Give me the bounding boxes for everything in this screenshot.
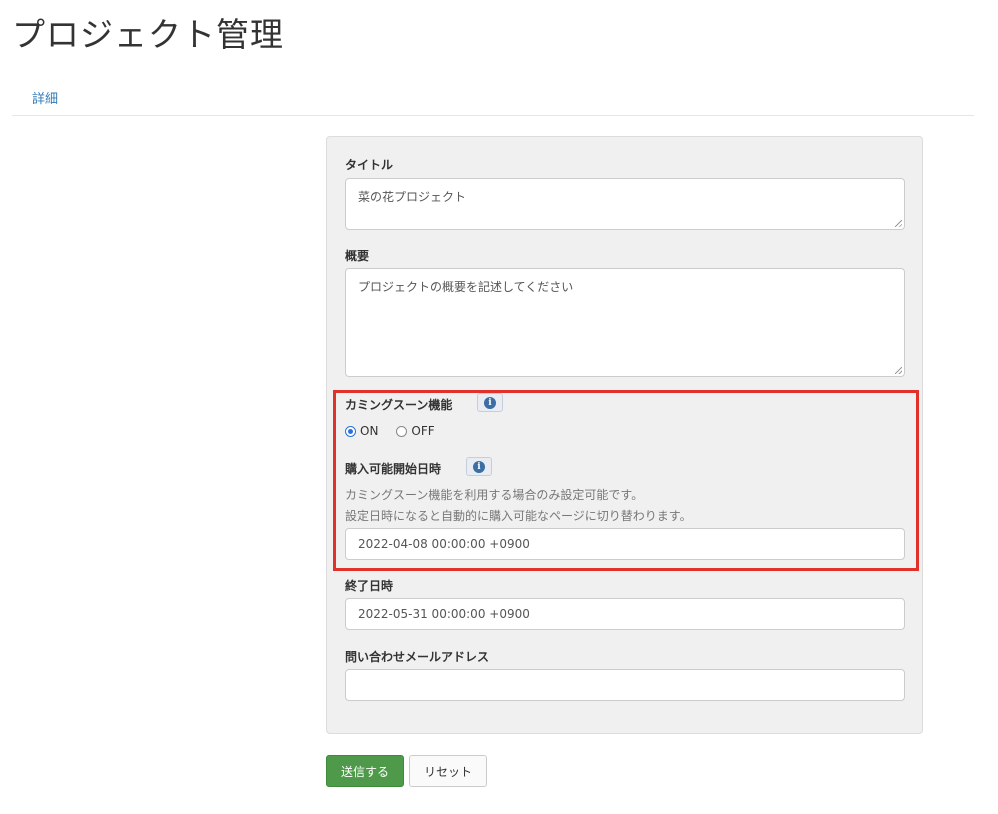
contact-email-label: 問い合わせメールアドレス (345, 650, 490, 664)
radio-off-button[interactable] (396, 425, 408, 437)
info-icon: i (473, 460, 485, 473)
resize-handle[interactable] (895, 367, 902, 374)
submit-button[interactable]: 送信する (326, 755, 404, 787)
purchase-start-help-1: カミングスーン機能を利用する場合のみ設定可能です。 (345, 488, 644, 502)
purchase-start-help-2: 設定日時になると自動的に購入可能なページに切り替わります。 (345, 509, 692, 523)
purchase-start-input[interactable]: 2022-04-08 00:00:00 +0900 (345, 528, 905, 560)
radio-off[interactable]: OFF (396, 424, 435, 438)
coming-soon-radio-group: ON OFF (345, 424, 435, 438)
title-textarea[interactable]: 菜の花プロジェクト (345, 178, 905, 230)
page-title: プロジェクト管理 (12, 15, 284, 54)
radio-on[interactable]: ON (345, 424, 378, 438)
coming-soon-info-button[interactable]: i (477, 393, 503, 412)
end-date-value: 2022-05-31 00:00:00 +0900 (358, 607, 530, 621)
purchase-start-label: 購入可能開始日時 (345, 462, 442, 476)
title-label: タイトル (345, 158, 394, 172)
coming-soon-label: カミングスーン機能 (345, 398, 453, 412)
reset-button[interactable]: リセット (409, 755, 487, 787)
summary-textarea[interactable]: プロジェクトの概要を記述してください (345, 268, 905, 377)
info-icon: i (484, 396, 496, 409)
resize-handle[interactable] (895, 220, 902, 227)
radio-off-label: OFF (411, 424, 435, 438)
summary-placeholder: プロジェクトの概要を記述してください (358, 280, 574, 294)
radio-on-label: ON (360, 424, 379, 438)
purchase-start-value: 2022-04-08 00:00:00 +0900 (358, 537, 530, 551)
radio-on-button[interactable] (345, 425, 356, 437)
summary-label: 概要 (345, 249, 370, 263)
end-date-label: 終了日時 (345, 579, 394, 593)
end-date-input[interactable]: 2022-05-31 00:00:00 +0900 (345, 598, 905, 630)
title-value: 菜の花プロジェクト (358, 190, 467, 204)
contact-email-input[interactable] (345, 669, 905, 701)
purchase-start-info-button[interactable]: i (466, 457, 492, 476)
tab-detail[interactable]: 詳細 (32, 88, 58, 107)
nav-divider (12, 115, 974, 116)
